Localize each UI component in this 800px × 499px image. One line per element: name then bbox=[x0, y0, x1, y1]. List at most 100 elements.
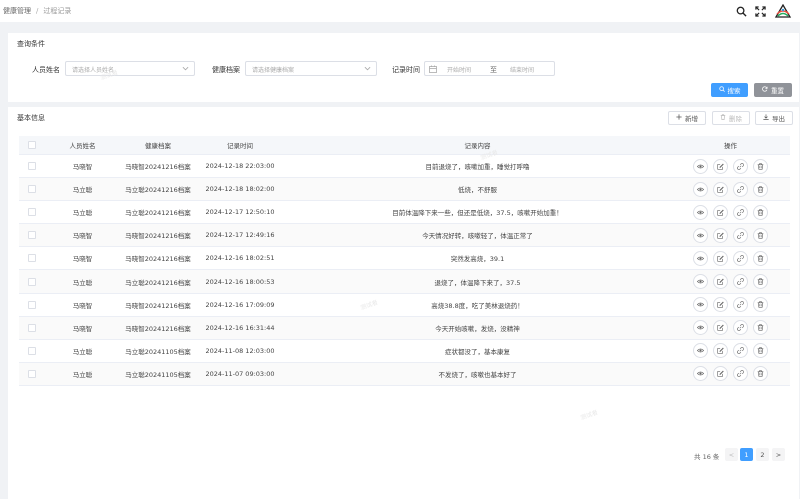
edit-button[interactable] bbox=[713, 343, 728, 359]
archive-select-placeholder: 请选择健康档案 bbox=[252, 67, 295, 74]
breadcrumb: 健康管理 / 过程记录 bbox=[3, 6, 71, 16]
delete-button[interactable] bbox=[753, 297, 768, 313]
cell-name: 马立聪 bbox=[72, 278, 93, 287]
delete-button[interactable] bbox=[753, 343, 768, 359]
cell-time: 2024-12-17 12:49:16 bbox=[205, 231, 275, 240]
delete-button[interactable] bbox=[753, 320, 768, 336]
view-button[interactable] bbox=[693, 158, 708, 174]
column-header-content: 记录内容 bbox=[464, 142, 491, 150]
pagination-page-2[interactable]: 2 bbox=[756, 448, 769, 461]
view-button[interactable] bbox=[693, 181, 708, 197]
link-button[interactable] bbox=[733, 181, 748, 197]
edit-button[interactable] bbox=[713, 204, 728, 220]
delete-button[interactable] bbox=[753, 227, 768, 243]
edit-button[interactable] bbox=[713, 158, 728, 174]
add-button[interactable]: 新增 bbox=[668, 111, 706, 125]
export-button-label: 导出 bbox=[772, 115, 785, 123]
reset-button-label: 重置 bbox=[771, 87, 784, 95]
view-button[interactable] bbox=[693, 320, 708, 336]
link-icon bbox=[737, 301, 744, 308]
logo-icon[interactable] bbox=[774, 4, 792, 18]
row-checkbox[interactable] bbox=[28, 254, 36, 263]
edit-button[interactable] bbox=[713, 366, 728, 382]
row-checkbox[interactable] bbox=[28, 323, 36, 332]
link-button[interactable] bbox=[733, 204, 748, 220]
delete-button[interactable] bbox=[753, 366, 768, 382]
reset-button[interactable]: 重置 bbox=[754, 83, 792, 97]
edit-button[interactable] bbox=[713, 250, 728, 266]
query-panel: 查询条件 人员姓名 请选择人员姓名 健康档案 请选择健康档案 记录时间 开始时间… bbox=[8, 33, 799, 102]
start-time-placeholder: 开始时间 bbox=[447, 67, 472, 74]
fullscreen-icon[interactable] bbox=[755, 5, 766, 17]
breadcrumb-current: 过程记录 bbox=[43, 7, 72, 15]
row-checkbox[interactable] bbox=[28, 162, 36, 171]
cell-time: 2024-12-16 18:00:53 bbox=[205, 277, 275, 286]
row-checkbox[interactable] bbox=[28, 231, 36, 240]
row-checkbox[interactable] bbox=[28, 346, 36, 355]
edit-button[interactable] bbox=[713, 320, 728, 336]
link-button[interactable] bbox=[733, 158, 748, 174]
row-checkbox[interactable] bbox=[28, 185, 36, 194]
pagination-prev[interactable]: < bbox=[725, 448, 738, 461]
person-select[interactable]: 请选择人员姓名 bbox=[65, 61, 195, 76]
row-actions bbox=[671, 274, 790, 290]
delete-icon bbox=[757, 232, 764, 239]
view-button[interactable] bbox=[693, 297, 708, 313]
link-button[interactable] bbox=[733, 274, 748, 290]
pagination-next[interactable]: > bbox=[772, 448, 785, 461]
search-button[interactable]: 搜索 bbox=[711, 83, 748, 97]
delete-button-label: 删除 bbox=[729, 115, 742, 123]
view-button[interactable] bbox=[693, 274, 708, 290]
cell-time: 2024-12-16 17:09:09 bbox=[205, 300, 275, 309]
edit-icon bbox=[717, 347, 724, 354]
time-range-picker[interactable]: 开始时间 至 结束时间 bbox=[424, 61, 555, 76]
add-button-label: 新增 bbox=[685, 115, 698, 123]
view-icon bbox=[697, 232, 704, 239]
delete-button[interactable] bbox=[753, 181, 768, 197]
link-button[interactable] bbox=[733, 297, 748, 313]
delete-button[interactable]: 删除 bbox=[712, 111, 750, 125]
view-button[interactable] bbox=[693, 250, 708, 266]
archive-select[interactable]: 请选择健康档案 bbox=[245, 61, 377, 76]
export-button[interactable]: 导出 bbox=[755, 111, 793, 125]
edit-button[interactable] bbox=[713, 181, 728, 197]
view-button[interactable] bbox=[693, 204, 708, 220]
edit-icon bbox=[717, 324, 724, 331]
row-checkbox[interactable] bbox=[28, 369, 36, 378]
top-bar: 健康管理 / 过程记录 bbox=[0, 0, 800, 22]
row-actions bbox=[671, 320, 790, 336]
link-button[interactable] bbox=[733, 320, 748, 336]
delete-button[interactable] bbox=[753, 250, 768, 266]
delete-icon bbox=[757, 301, 764, 308]
view-button[interactable] bbox=[693, 227, 708, 243]
row-checkbox[interactable] bbox=[28, 208, 36, 217]
edit-button[interactable] bbox=[713, 227, 728, 243]
link-button[interactable] bbox=[733, 227, 748, 243]
cell-archive: 马立聪20241216档案 bbox=[125, 186, 191, 195]
select-all-checkbox[interactable] bbox=[28, 141, 36, 149]
link-button[interactable] bbox=[733, 250, 748, 266]
table-panel-title: 基本信息 bbox=[17, 114, 45, 122]
delete-button[interactable] bbox=[753, 204, 768, 220]
breadcrumb-parent[interactable]: 健康管理 bbox=[3, 7, 31, 15]
link-button[interactable] bbox=[733, 343, 748, 359]
cell-name: 马立聪 bbox=[72, 347, 93, 356]
cell-time: 2024-11-08 12:03:00 bbox=[205, 346, 275, 355]
cell-archive: 马立聪20241216档案 bbox=[125, 278, 191, 287]
edit-button[interactable] bbox=[713, 297, 728, 313]
row-checkbox[interactable] bbox=[28, 277, 36, 286]
cell-content: 目前体温降下来一些，但还是低烧，37.5，咳嗽开始加重！ bbox=[392, 209, 563, 218]
search-icon[interactable] bbox=[736, 6, 747, 17]
cell-time: 2024-12-16 18:02:51 bbox=[205, 254, 275, 263]
link-button[interactable] bbox=[733, 366, 748, 382]
link-icon bbox=[737, 324, 744, 332]
view-button[interactable] bbox=[693, 366, 708, 382]
row-checkbox[interactable] bbox=[28, 300, 36, 309]
pagination-page-1[interactable]: 1 bbox=[740, 448, 753, 461]
table-body: 马晓智 马晓智20241216档案 2024-12-18 22:03:00 目前退烧了… bbox=[19, 155, 790, 386]
delete-button[interactable] bbox=[753, 274, 768, 290]
view-button[interactable] bbox=[693, 343, 708, 359]
edit-button[interactable] bbox=[713, 274, 728, 290]
range-separator: 至 bbox=[490, 66, 497, 74]
delete-button[interactable] bbox=[753, 158, 768, 174]
